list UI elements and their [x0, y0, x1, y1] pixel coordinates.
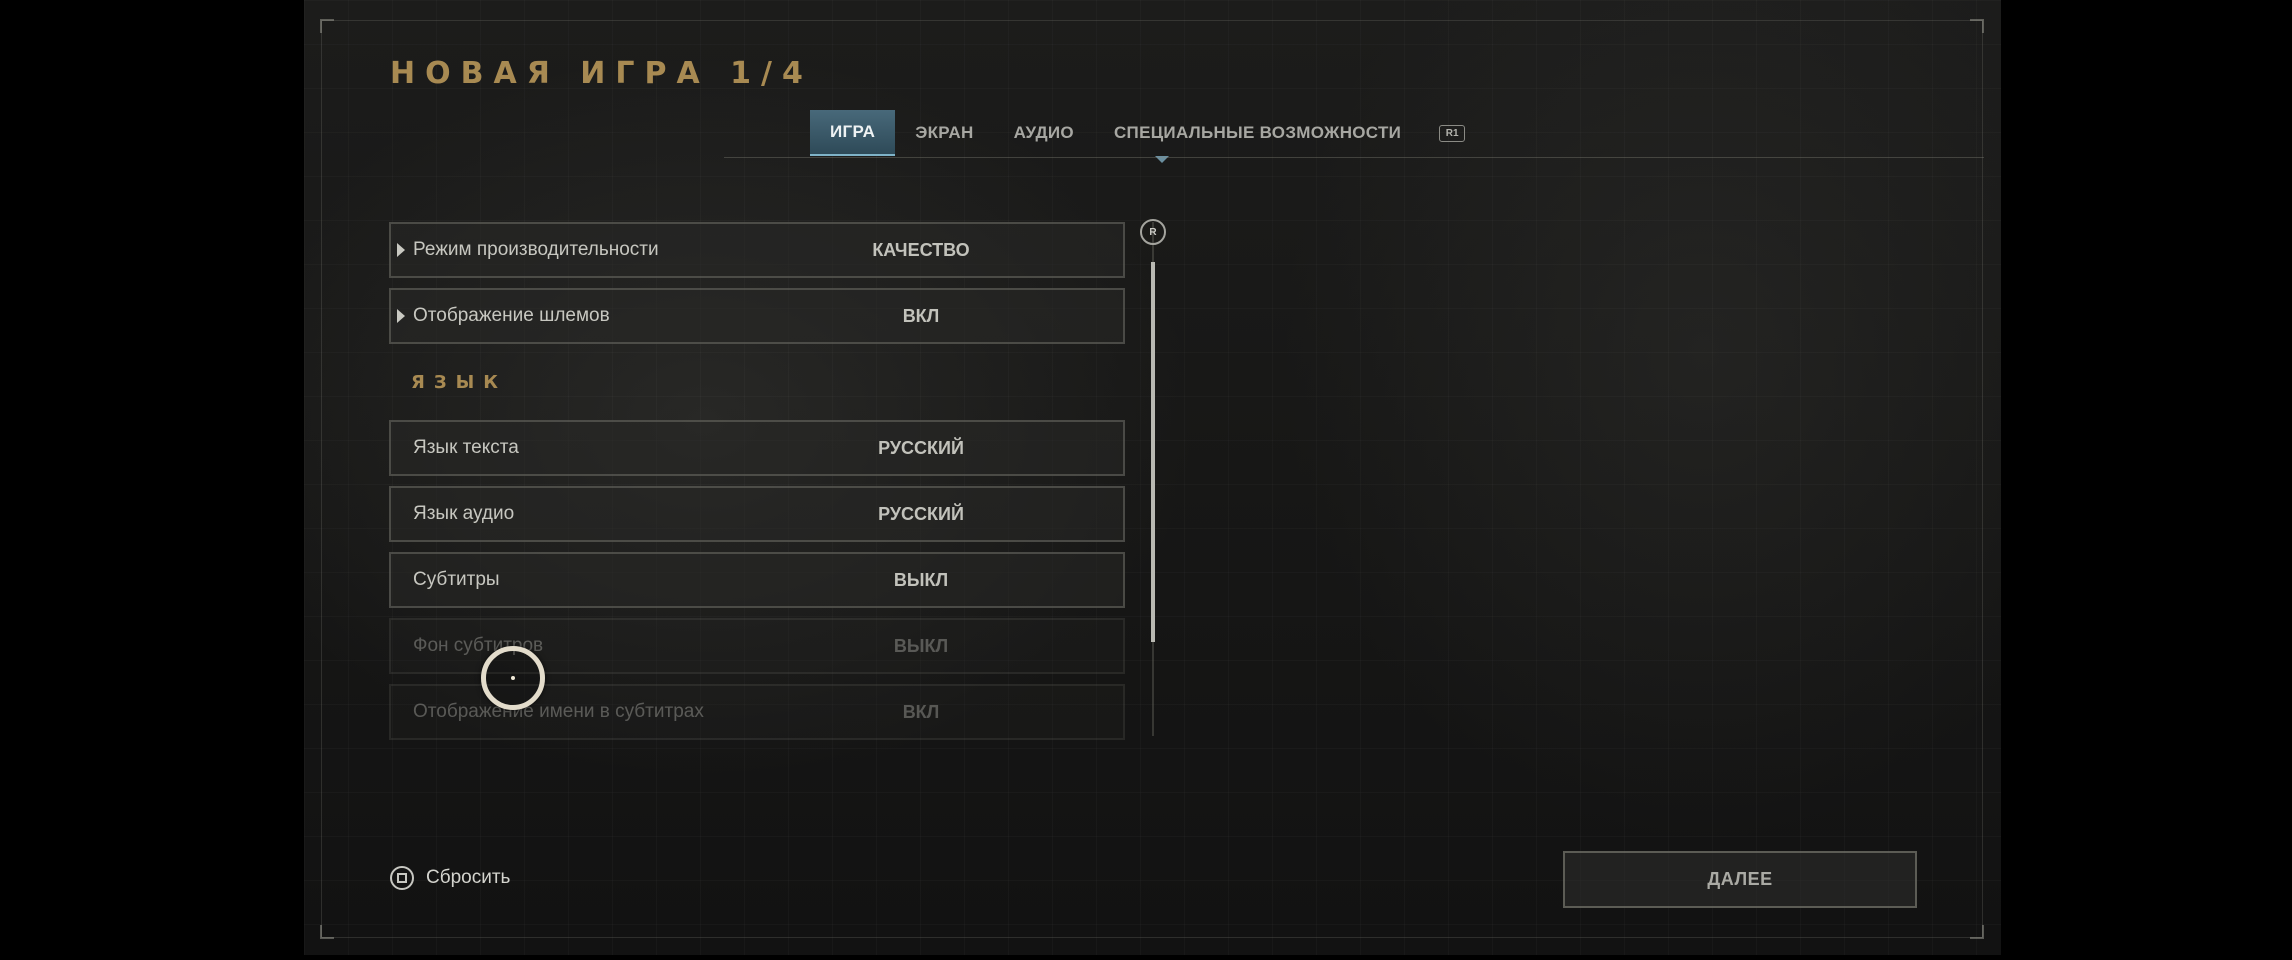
- setting-label: Язык аудио: [413, 503, 515, 524]
- tab-game[interactable]: ИГРА: [810, 110, 896, 156]
- tab-screen[interactable]: ЭКРАН: [895, 110, 993, 156]
- next-button[interactable]: ДАЛЕЕ: [1563, 851, 1917, 908]
- expand-arrow-icon: [397, 309, 405, 323]
- tab-audio[interactable]: АУДИО: [994, 110, 1094, 156]
- setting-label: Отображение шлемов: [413, 305, 610, 326]
- setting-value: ВКЛ: [902, 701, 940, 722]
- setting-label: Субтитры: [413, 569, 500, 590]
- frame-corner: [320, 925, 334, 939]
- setting-performance-mode[interactable]: Режим производительности КАЧЕСТВО: [389, 222, 1125, 278]
- cursor-reticle-icon: [481, 646, 545, 710]
- setting-value: КАЧЕСТВО: [872, 239, 970, 260]
- setting-value: РУССКИЙ: [878, 437, 964, 458]
- setting-label: Отображение имени в субтитрах: [413, 701, 704, 722]
- setting-text-language[interactable]: Язык текста РУССКИЙ: [389, 420, 1125, 476]
- page-title: НОВАЯ ИГРА 1/4: [390, 56, 813, 91]
- tab-divider: [724, 157, 1984, 158]
- reset-label: Сбросить: [426, 867, 511, 888]
- setting-value: ВКЛ: [902, 305, 940, 326]
- setting-value: РУССКИЙ: [878, 503, 964, 524]
- scrollbar-thumb[interactable]: [1151, 262, 1155, 642]
- cursor-dot: [511, 676, 515, 680]
- square-button-icon: [390, 866, 414, 890]
- frame-corner: [1970, 19, 1984, 33]
- setting-value: ВЫКЛ: [893, 569, 949, 590]
- section-heading-language: ЯЗЫК: [411, 371, 508, 393]
- tab-accessibility[interactable]: СПЕЦИАЛЬНЫЕ ВОЗМОЖНОСТИ: [1094, 110, 1421, 156]
- game-screen: НОВАЯ ИГРА 1/4 ИГРА ЭКРАН АУДИО СПЕЦИАЛЬ…: [304, 0, 2001, 955]
- setting-helmet-display[interactable]: Отображение шлемов ВКЛ: [389, 288, 1125, 344]
- frame-corner: [1970, 925, 1984, 939]
- setting-value: ВЫКЛ: [893, 635, 949, 656]
- reset-button[interactable]: Сбросить: [390, 866, 510, 890]
- r1-button-icon: R1: [1439, 124, 1466, 142]
- right-stick-icon: R: [1140, 219, 1166, 245]
- frame-corner: [320, 19, 334, 33]
- tab-bar: ИГРА ЭКРАН АУДИО СПЕЦИАЛЬНЫЕ ВОЗМОЖНОСТИ…: [810, 110, 1466, 156]
- setting-label: Язык текста: [413, 437, 519, 458]
- setting-audio-language[interactable]: Язык аудио РУССКИЙ: [389, 486, 1125, 542]
- setting-label: Режим производительности: [413, 239, 659, 260]
- expand-arrow-icon: [397, 243, 405, 257]
- stage: НОВАЯ ИГРА 1/4 ИГРА ЭКРАН АУДИО СПЕЦИАЛЬ…: [0, 0, 2292, 960]
- setting-subtitles[interactable]: Субтитры ВЫКЛ: [389, 552, 1125, 608]
